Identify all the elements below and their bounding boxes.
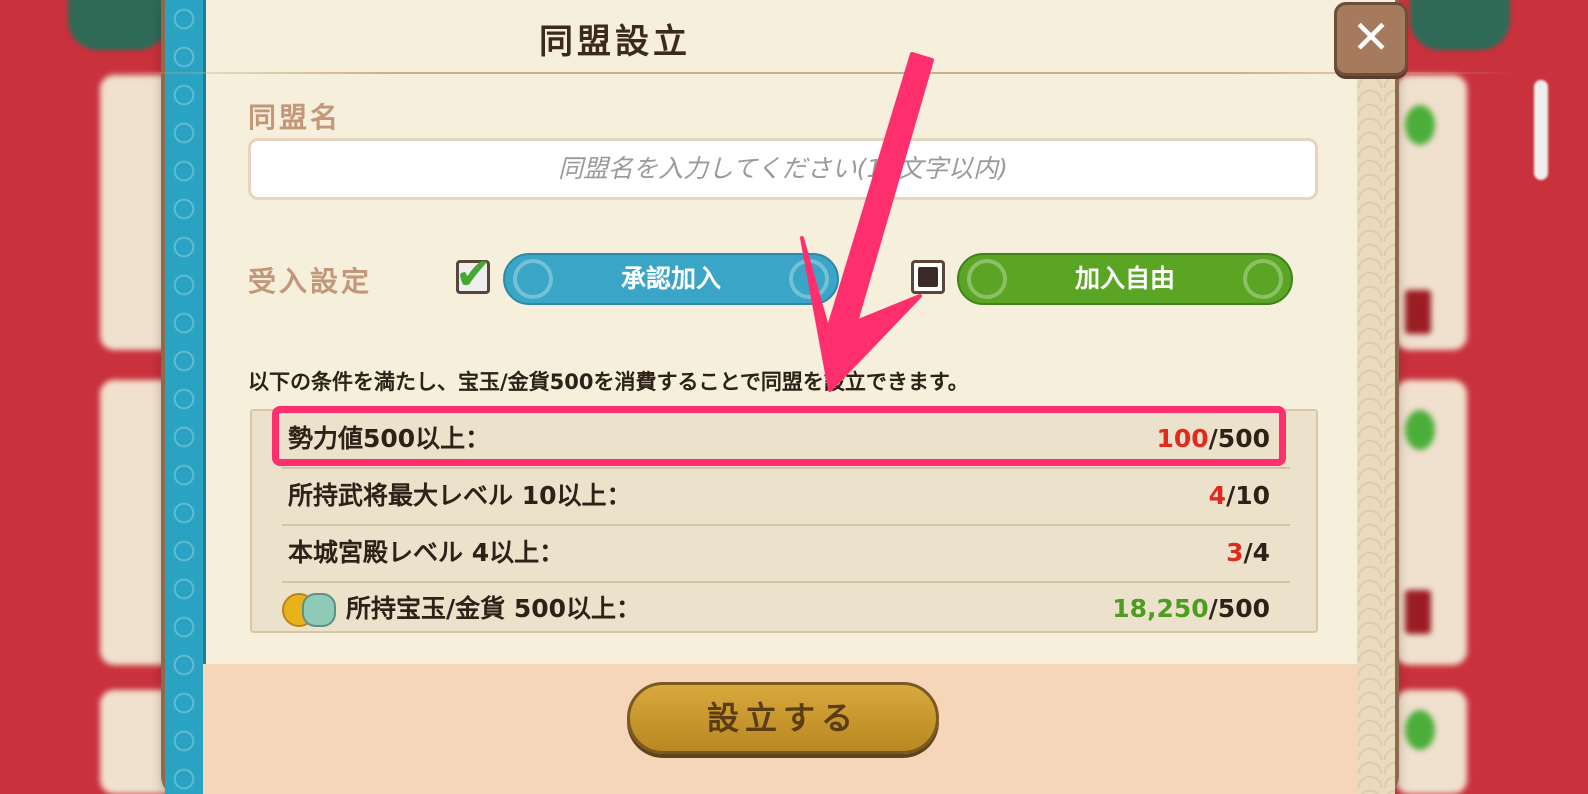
pointer-arrow-annotation [800, 52, 934, 392]
create-alliance-button[interactable]: 設立する [627, 682, 939, 754]
